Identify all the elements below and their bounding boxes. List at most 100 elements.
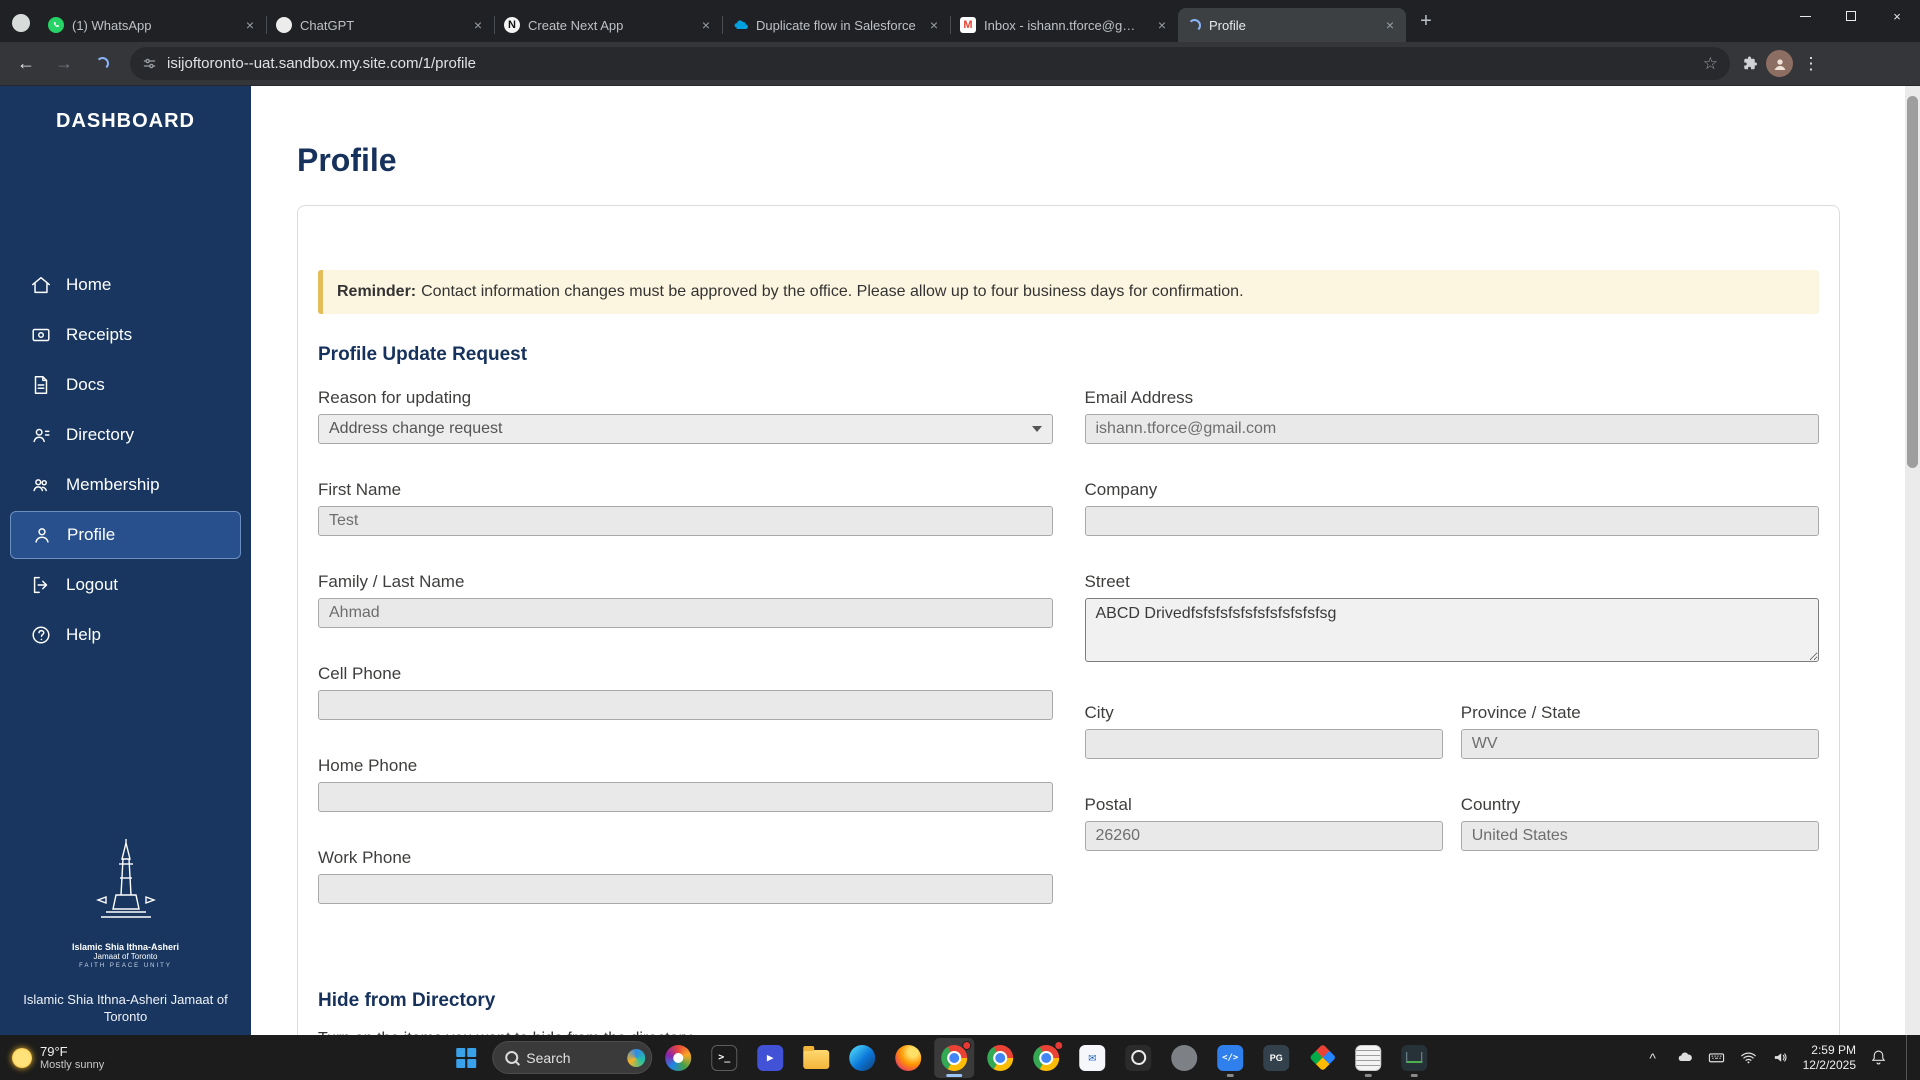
- home-phone-input[interactable]: [318, 782, 1053, 812]
- scrollbar-thumb[interactable]: [1907, 96, 1918, 468]
- taskbar-search[interactable]: Search: [492, 1041, 653, 1074]
- tab-chatgpt[interactable]: ChatGPT ×: [266, 8, 494, 42]
- city-input[interactable]: [1084, 729, 1443, 759]
- url-text[interactable]: isijoftoronto--uat.sandbox.my.site.com/1…: [167, 55, 1693, 72]
- window-close-button[interactable]: ×: [1874, 0, 1920, 32]
- sidebar-item-logout[interactable]: Logout: [10, 561, 241, 609]
- tab-whatsapp[interactable]: (1) WhatsApp ×: [38, 8, 266, 42]
- browser-profile-avatar[interactable]: [1766, 50, 1793, 77]
- country-label: Country: [1460, 795, 1521, 814]
- first-name-label: First Name: [318, 480, 402, 499]
- taskbar-icon-outlook[interactable]: ✉: [1072, 1038, 1112, 1078]
- extensions-icon[interactable]: [1742, 55, 1760, 73]
- page-scrollbar[interactable]: [1905, 86, 1920, 1035]
- sidebar-item-help[interactable]: Help: [10, 611, 241, 659]
- taskbar-icon-movies[interactable]: ▶: [750, 1038, 790, 1078]
- taskbar-weather-widget[interactable]: 79°F Mostly sunny: [0, 1044, 150, 1071]
- taskbar-icon-pgadmin[interactable]: PG: [1256, 1038, 1296, 1078]
- onedrive-cloud-icon[interactable]: [1675, 1048, 1695, 1068]
- taskbar-icon-camera[interactable]: [1118, 1038, 1158, 1078]
- taskbar-clock[interactable]: 2:59 PM 12/2/2025: [1803, 1043, 1856, 1073]
- reason-selected-value: Address change request: [329, 420, 503, 437]
- sidebar-item-label: Receipts: [66, 325, 133, 344]
- site-settings-icon[interactable]: [142, 56, 157, 71]
- first-name-input[interactable]: [318, 506, 1053, 536]
- taskbar-icon-chrome-3[interactable]: [1026, 1038, 1066, 1078]
- taskbar-icon-photos[interactable]: [658, 1038, 698, 1078]
- taskbar-icon-file-explorer[interactable]: [796, 1038, 836, 1078]
- start-button[interactable]: [446, 1038, 486, 1078]
- clock-time: 2:59 PM: [1811, 1042, 1856, 1057]
- main-content: Profile Reminder: Contact information ch…: [251, 86, 1905, 1035]
- tray-expand-icon[interactable]: ^: [1643, 1048, 1663, 1068]
- volume-icon[interactable]: [1771, 1048, 1791, 1068]
- tab-create-next-app[interactable]: N Create Next App ×: [494, 8, 722, 42]
- cell-phone-field: Cell Phone: [318, 664, 1053, 720]
- keyboard-icon[interactable]: [1707, 1048, 1727, 1068]
- logo-text-line1: Islamic Shia Ithna-Asheri: [71, 942, 180, 952]
- taskbar-icon-drive[interactable]: [1302, 1038, 1342, 1078]
- sidebar-item-profile[interactable]: Profile: [10, 511, 241, 559]
- window-maximize-button[interactable]: [1828, 0, 1874, 32]
- back-button[interactable]: ←: [10, 48, 42, 80]
- tab-profile-active[interactable]: Profile ×: [1178, 8, 1406, 42]
- province-input[interactable]: [1460, 729, 1819, 759]
- tab-close-icon[interactable]: ×: [242, 17, 258, 33]
- new-tab-button[interactable]: +: [1412, 8, 1440, 36]
- profile-form: Reason for updating Address change reque…: [318, 388, 1819, 940]
- notification-bell-icon[interactable]: [1868, 1048, 1888, 1068]
- tab-close-icon[interactable]: ×: [1154, 17, 1170, 33]
- last-name-input[interactable]: [318, 598, 1053, 628]
- tab-salesforce[interactable]: Duplicate flow in Salesforce ×: [722, 8, 950, 42]
- tab-search-icon[interactable]: [12, 14, 30, 32]
- email-input[interactable]: [1084, 414, 1819, 444]
- tab-close-icon[interactable]: ×: [926, 17, 942, 33]
- github-desktop-icon: [1171, 1044, 1198, 1071]
- sidebar-item-membership[interactable]: Membership: [10, 461, 241, 509]
- tab-title: Create Next App: [528, 17, 624, 33]
- taskbar-icon-terminal[interactable]: >_: [704, 1038, 744, 1078]
- sidebar-item-receipts[interactable]: Receipts: [10, 311, 241, 359]
- sidebar-item-label: Membership: [66, 475, 160, 494]
- tab-title: ChatGPT: [300, 17, 355, 33]
- street-field: Street: [1084, 572, 1819, 667]
- tab-close-icon[interactable]: ×: [1382, 17, 1398, 33]
- work-phone-input[interactable]: [318, 874, 1053, 904]
- taskbar-icon-firefox[interactable]: [888, 1038, 928, 1078]
- taskbar-icon-chrome-2[interactable]: [980, 1038, 1020, 1078]
- taskbar-icon-chrome-active[interactable]: [934, 1037, 975, 1078]
- taskbar-icon-github[interactable]: [1164, 1038, 1204, 1078]
- show-desktop-button[interactable]: [1906, 1035, 1910, 1080]
- profile-card: Reminder: Contact information changes mu…: [297, 205, 1840, 1035]
- address-bar[interactable]: isijoftoronto--uat.sandbox.my.site.com/1…: [130, 47, 1730, 80]
- browser-menu-icon[interactable]: ⋮: [1799, 54, 1823, 74]
- company-input[interactable]: [1084, 506, 1819, 536]
- logo-text-line2: Jamaat of Toronto: [93, 952, 158, 961]
- taskbar-icon-notepad[interactable]: [1348, 1038, 1388, 1078]
- taskbar-icon-edge[interactable]: [842, 1038, 882, 1078]
- taskbar-icon-task-manager[interactable]: [1394, 1038, 1434, 1078]
- sidebar-item-docs[interactable]: Docs: [10, 361, 241, 409]
- country-input[interactable]: [1460, 821, 1819, 851]
- sidebar-item-directory[interactable]: Directory: [10, 411, 241, 459]
- bookmark-star-icon[interactable]: ☆: [1703, 54, 1718, 74]
- work-phone-label: Work Phone: [318, 848, 412, 867]
- cell-phone-input[interactable]: [318, 690, 1053, 720]
- tab-close-icon[interactable]: ×: [470, 17, 486, 33]
- street-textarea[interactable]: [1084, 598, 1819, 662]
- forward-button[interactable]: →: [48, 48, 80, 80]
- wifi-icon[interactable]: [1739, 1048, 1759, 1068]
- tab-gmail-inbox[interactable]: M Inbox - ishann.tforce@gmail.com ×: [950, 8, 1178, 42]
- sidebar-item-home[interactable]: Home: [10, 261, 241, 309]
- whatsapp-favicon-icon: [48, 17, 64, 33]
- chatgpt-favicon-icon: [276, 17, 292, 33]
- tab-close-icon[interactable]: ×: [698, 17, 714, 33]
- page-loading-spinner-icon[interactable]: [86, 48, 118, 80]
- section-title: Profile Update Request: [318, 344, 528, 365]
- organization-logo: Islamic Shia Ithna-Asheri Jamaat of Toro…: [0, 837, 251, 969]
- window-minimize-button[interactable]: [1782, 0, 1828, 32]
- page-title: Profile: [297, 142, 397, 178]
- postal-input[interactable]: [1084, 821, 1443, 851]
- reason-select[interactable]: Address change request: [318, 414, 1053, 444]
- taskbar-icon-vscode[interactable]: </>: [1210, 1038, 1250, 1078]
